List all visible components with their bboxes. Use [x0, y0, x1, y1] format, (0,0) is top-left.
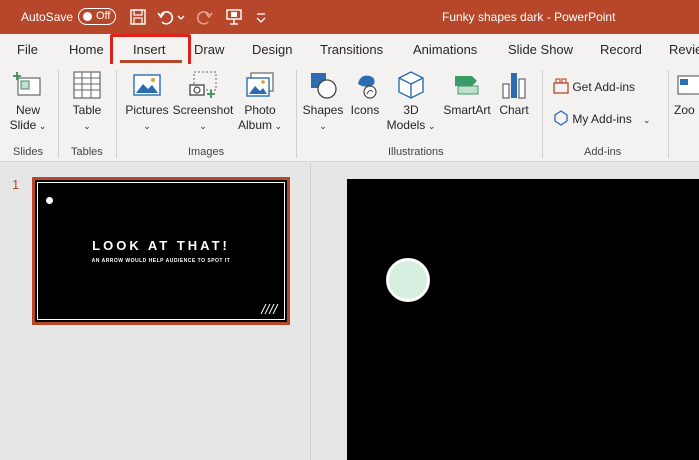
decorative-stripes: [260, 304, 279, 314]
undo-icon[interactable]: [156, 7, 176, 27]
3d-models-button[interactable]: 3D Models ⌄: [386, 70, 436, 134]
screenshot-label: Screenshot: [172, 103, 234, 117]
redo-icon[interactable]: [194, 7, 214, 27]
group-separator: [542, 70, 543, 158]
icons-icon: [358, 75, 377, 99]
thumbnail-title: LOOK AT THAT!: [92, 238, 230, 253]
autosave-label: AutoSave: [21, 10, 74, 24]
circle-shape[interactable]: [386, 258, 430, 302]
slide-number: 1: [12, 177, 20, 192]
title-bar: AutoSave Off Funky shapes dark - PowerPo…: [0, 0, 699, 34]
get-addins-button[interactable]: Get Add-ins: [553, 78, 635, 94]
chevron-down-icon: ⌄: [36, 121, 47, 131]
save-icon[interactable]: [128, 7, 148, 27]
chevron-down-icon: ⌄: [319, 121, 327, 131]
icons-label: Icons: [350, 103, 380, 117]
app-name: PowerPoint: [554, 10, 616, 24]
table-icon: [73, 71, 101, 99]
zoom-icon: [677, 75, 699, 95]
tab-animations[interactable]: Animations: [413, 42, 477, 57]
icons-button[interactable]: Icons: [346, 70, 384, 118]
group-images-label: Images: [188, 146, 225, 158]
chart-icon: [502, 73, 526, 99]
new-slide-button[interactable]: New Slide ⌄: [6, 70, 50, 134]
ribbon-insert: New Slide ⌄ Slides Table ⌄ Tables Pictur…: [0, 64, 699, 162]
3d-models-label-1: 3D: [403, 103, 419, 117]
table-button[interactable]: Table ⌄: [66, 70, 108, 134]
chevron-down-icon: ⌄: [271, 121, 283, 131]
tab-home[interactable]: Home: [69, 42, 104, 57]
group-slides-label: Slides: [13, 146, 43, 158]
group-illustrations-label: Illustrations: [388, 146, 444, 158]
thumbnail-subtitle: AN ARROW WOULD HELP AUDIENCE TO SPOT IT: [91, 258, 231, 264]
tab-draw[interactable]: Draw: [194, 42, 224, 57]
group-tables-label: Tables: [71, 146, 103, 158]
smartart-icon: [455, 76, 479, 95]
my-addins-label: My Add-ins: [572, 112, 632, 126]
tab-review[interactable]: Revie: [669, 42, 699, 57]
new-slide-label-1: New: [15, 103, 40, 117]
undo-dropdown-icon[interactable]: [176, 7, 186, 27]
new-slide-label-2: Slide: [9, 118, 37, 132]
shapes-icon: [311, 73, 337, 99]
slide-thumbnail-content: LOOK AT THAT! AN ARROW WOULD HELP AUDIEN…: [37, 182, 285, 320]
pictures-icon: [133, 74, 161, 96]
toggle-knob: [83, 12, 92, 21]
customize-qat-icon[interactable]: [254, 7, 268, 27]
cube-icon: [398, 71, 424, 99]
photo-album-label-2: Album: [237, 118, 272, 132]
chart-label: Chart: [499, 103, 529, 117]
chevron-down-icon: ⌄: [643, 115, 651, 125]
tab-design[interactable]: Design: [252, 42, 292, 57]
thumbnail-circle: [46, 197, 53, 204]
document-title: Funky shapes dark - PowerPoint: [442, 10, 615, 24]
tab-transitions[interactable]: Transitions: [320, 42, 383, 57]
smartart-button[interactable]: SmartArt: [440, 70, 494, 118]
main-slide-canvas[interactable]: [347, 179, 699, 460]
tab-record[interactable]: Record: [600, 42, 642, 57]
addins-icon: [554, 110, 568, 126]
tab-slide-show[interactable]: Slide Show: [508, 42, 573, 57]
group-separator: [58, 70, 59, 158]
chevron-down-icon: ⌄: [83, 121, 91, 131]
3d-models-label-2: Models: [386, 118, 426, 132]
ribbon-tabs: File Home Insert Draw Design Transitions…: [0, 34, 699, 64]
chart-button[interactable]: Chart: [494, 70, 534, 118]
group-separator: [296, 70, 297, 158]
pictures-button[interactable]: Pictures ⌄: [124, 70, 170, 134]
photo-album-button[interactable]: Photo Album ⌄: [234, 70, 286, 134]
new-slide-icon: [13, 72, 41, 96]
zoom-button[interactable]: Zoo: [674, 70, 699, 118]
chevron-down-icon: ⌄: [425, 121, 436, 131]
smartart-label: SmartArt: [443, 103, 491, 117]
photo-album-icon: [246, 72, 274, 97]
group-separator: [668, 70, 669, 158]
photo-album-label-1: Photo: [244, 103, 276, 117]
my-addins-button[interactable]: My Add-ins ⌄: [553, 110, 651, 126]
zoom-label: Zoo: [674, 103, 695, 117]
present-icon[interactable]: [224, 7, 244, 27]
pictures-label: Pictures: [125, 103, 169, 117]
group-separator: [116, 70, 117, 158]
screenshot-icon: [189, 71, 217, 98]
group-addins-label: Add-ins: [584, 146, 622, 158]
get-addins-label: Get Add-ins: [572, 80, 636, 94]
chevron-down-icon: ⌄: [143, 121, 151, 131]
document-name: Funky shapes dark: [442, 10, 544, 24]
store-icon: [553, 78, 569, 94]
table-label: Table: [72, 103, 102, 117]
shapes-button[interactable]: Shapes ⌄: [302, 70, 344, 134]
autosave-state: Off: [96, 10, 111, 22]
slide-thumbnail[interactable]: LOOK AT THAT! AN ARROW WOULD HELP AUDIEN…: [32, 177, 290, 325]
chevron-down-icon: ⌄: [199, 121, 207, 131]
screenshot-button[interactable]: Screenshot ⌄: [172, 70, 234, 134]
title-separator: -: [543, 10, 555, 24]
autosave-toggle[interactable]: Off: [78, 8, 116, 25]
tab-file[interactable]: File: [17, 42, 38, 57]
shapes-label: Shapes: [302, 103, 344, 117]
